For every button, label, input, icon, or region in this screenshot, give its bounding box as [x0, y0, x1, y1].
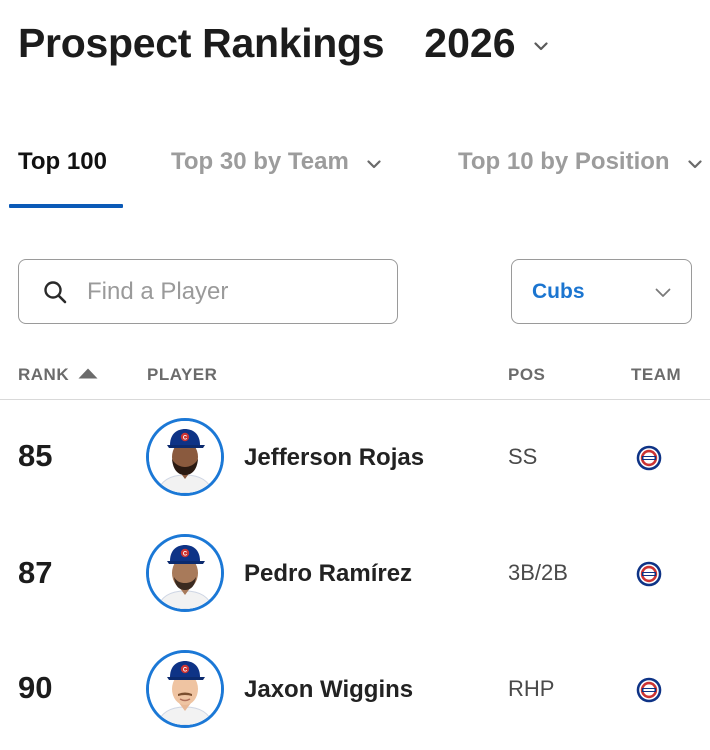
player-name[interactable]: Jefferson Rojas — [244, 444, 424, 472]
table-row[interactable]: 87 C Pedro Ramírez 3B/2B — [0, 523, 710, 623]
avatar[interactable]: C — [146, 534, 224, 612]
tab-label: Top 100 — [18, 148, 107, 175]
chevron-down-icon — [687, 159, 702, 168]
cubs-logo-icon — [636, 561, 662, 587]
svg-text:C: C — [183, 552, 188, 558]
player-search[interactable] — [18, 259, 398, 324]
column-header-player[interactable]: PLAYER — [147, 365, 217, 385]
player-name[interactable]: Pedro Ramírez — [244, 560, 412, 588]
rank-value: 90 — [18, 670, 53, 705]
svg-text:C: C — [183, 668, 188, 674]
player-position: SS — [508, 444, 538, 469]
year-dropdown[interactable]: 2026 — [424, 20, 548, 67]
year-value: 2026 — [424, 20, 516, 66]
page-header: Prospect Rankings 2026 — [18, 20, 548, 67]
chevron-down-icon — [367, 159, 381, 168]
tab-top-10-by-position[interactable]: Top 10 by Position — [458, 148, 702, 176]
table-header: RANK PLAYER POS TEAM — [0, 362, 710, 400]
column-header-team[interactable]: TEAM — [631, 365, 681, 385]
player-position: 3B/2B — [508, 560, 568, 585]
search-input[interactable] — [87, 277, 367, 306]
table-row[interactable]: 90 C Jaxon Wiggins RHP — [0, 638, 710, 738]
search-icon — [43, 280, 67, 304]
player-name[interactable]: Jaxon Wiggins — [244, 676, 413, 704]
prospect-rankings-page: Prospect Rankings 2026 Top 100 Top 30 by… — [0, 0, 710, 750]
cubs-logo-icon — [636, 445, 662, 471]
cubs-logo-icon — [636, 677, 662, 703]
rank-value: 87 — [18, 555, 53, 590]
avatar[interactable]: C — [146, 650, 224, 728]
tab-top-100[interactable]: Top 100 — [18, 148, 107, 176]
player-headshot-icon: C — [149, 537, 221, 609]
player-position: RHP — [508, 676, 555, 701]
table-row[interactable]: 85 C Jefferson Rojas SS — [0, 408, 710, 508]
sort-ascending-icon — [78, 368, 98, 379]
team-filter-value: Cubs — [532, 279, 585, 303]
active-tab-indicator — [9, 204, 123, 208]
column-header-rank[interactable]: RANK — [18, 365, 98, 385]
tab-label: Top 10 by Position — [458, 148, 670, 175]
svg-text:C: C — [183, 436, 188, 442]
player-headshot-icon: C — [149, 653, 221, 725]
tab-top-30-by-team[interactable]: Top 30 by Team — [171, 148, 381, 176]
column-header-pos[interactable]: POS — [508, 365, 545, 385]
player-headshot-icon: C — [149, 421, 221, 493]
page-title: Prospect Rankings — [18, 20, 385, 66]
chevron-down-icon — [533, 42, 548, 51]
chevron-down-icon — [655, 288, 671, 297]
team-filter-dropdown[interactable]: Cubs — [511, 259, 692, 324]
avatar[interactable]: C — [146, 418, 224, 496]
rank-value: 85 — [18, 438, 53, 473]
ranking-tabs: Top 100 Top 30 by Team Top 10 by Positio… — [0, 140, 710, 210]
tab-label: Top 30 by Team — [171, 148, 349, 175]
column-header-label: RANK — [18, 365, 70, 384]
